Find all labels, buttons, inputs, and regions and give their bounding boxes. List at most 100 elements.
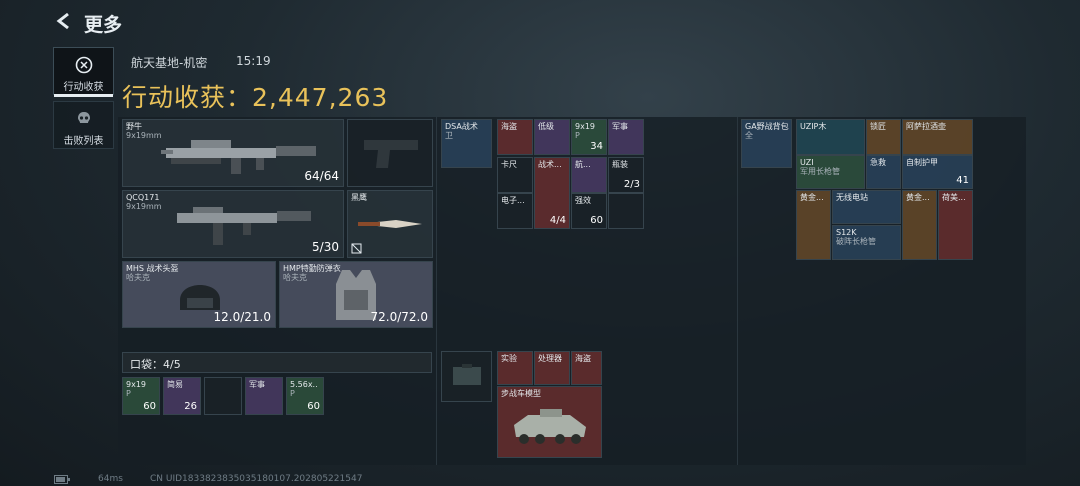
item-name: DSA战术 — [445, 122, 478, 131]
item-name: 无线电站 — [836, 193, 868, 202]
unlock-icon — [351, 243, 362, 254]
case-icon — [453, 364, 481, 385]
pistol-icon — [364, 140, 418, 168]
rig-item[interactable]: 强效 60 — [571, 193, 607, 229]
pocket-empty-slot[interactable] — [204, 377, 242, 415]
backpack-item[interactable]: 黄金... — [902, 190, 937, 260]
skull-icon — [77, 112, 90, 123]
haul-label: 行动收获： — [122, 83, 253, 112]
item-count: 60 — [590, 215, 603, 226]
item-name: 处理器 — [538, 354, 562, 363]
rig-item[interactable]: 卡尺 — [497, 157, 533, 193]
item-name: 9x19 — [575, 122, 596, 131]
safe-item[interactable]: 实验 — [497, 351, 533, 385]
haul-icon — [75, 56, 92, 74]
item-sub: 破阵长枪管 — [836, 237, 876, 246]
backpack-slot[interactable]: GA野战背包 全 — [741, 119, 792, 168]
item-name: 黄金... — [906, 193, 930, 202]
primary-weapon-slot[interactable]: 野牛 9x19mm 64/64 — [122, 119, 344, 187]
pocket-item[interactable]: 5.56x.. P 60 — [286, 377, 324, 415]
safe-box-slot[interactable] — [441, 351, 492, 402]
chest-rig-slot[interactable]: DSA战术 卫 — [441, 119, 492, 168]
rig-item[interactable]: 电子... — [497, 193, 533, 229]
item-name: 航... — [575, 160, 591, 169]
backpack-item[interactable]: S12K 破阵长枪管 — [832, 225, 901, 260]
safe-item[interactable]: 处理器 — [534, 351, 570, 385]
item-sub: P — [575, 131, 580, 140]
item-name: 军事 — [249, 380, 265, 389]
item-brand: 哈夫克 — [283, 273, 307, 282]
item-sub: 军用长枪管 — [800, 167, 840, 176]
backpack-item[interactable]: 荷美... — [938, 190, 973, 260]
durability: 72.0/72.0 — [370, 310, 428, 324]
tab-operation-haul[interactable]: 行动收获 — [53, 47, 114, 97]
vest-slot[interactable]: HMP特勤防弹衣 哈夫克 72.0/72.0 — [279, 261, 433, 328]
pocket-item[interactable]: 简易 26 — [163, 377, 201, 415]
item-name: 强效 — [575, 196, 591, 205]
smg-icon — [161, 140, 316, 174]
divider — [436, 117, 437, 465]
backpack-item[interactable]: 急救 — [866, 155, 901, 189]
backpack-item[interactable]: 自制护甲 41 — [902, 155, 973, 189]
item-count: 60 — [143, 401, 156, 412]
item-name: 锁匠 — [870, 122, 886, 131]
backpack-item[interactable]: 阿萨拉酒壶 — [902, 119, 973, 155]
item-name: GA野战背包 — [745, 122, 789, 131]
rig-item[interactable]: 9x19 P 34 — [571, 119, 607, 155]
pistol-slot[interactable] — [347, 119, 433, 187]
backpack-item[interactable]: 无线电站 — [832, 190, 901, 224]
item-name: 海盗 — [575, 354, 591, 363]
tab-kill-list[interactable]: 击败列表 — [53, 101, 114, 149]
rig-item[interactable]: 低级 — [534, 119, 570, 155]
rig-item[interactable]: 军事 — [608, 119, 644, 155]
knife-icon — [358, 220, 422, 228]
item-name: 简易 — [167, 380, 183, 389]
safe-item[interactable]: 海盗 — [571, 351, 602, 385]
item-name: MHS 战术头盔 — [126, 264, 179, 273]
backpack-item[interactable]: UZIP木 — [796, 119, 865, 155]
ammo-count: 64/64 — [304, 169, 339, 183]
rig-item[interactable]: 海盗 — [497, 119, 533, 155]
pocket-label: 口袋：4/5 — [130, 358, 181, 371]
item-name: 瓶装 — [612, 160, 628, 169]
backpack-item[interactable]: UZI 军用长枪管 — [796, 155, 865, 189]
pocket-item[interactable]: 9x19 P 60 — [122, 377, 160, 415]
item-name: 实验 — [501, 354, 517, 363]
rig-item[interactable]: 瓶装 2/3 — [608, 157, 644, 193]
battery-icon — [54, 475, 70, 484]
item-name: 低级 — [538, 122, 554, 131]
item-name: 海盗 — [501, 122, 517, 131]
helmet-slot[interactable]: MHS 战术头盔 哈夫克 12.0/21.0 — [122, 261, 276, 328]
melee-slot[interactable]: 黑鹰 — [347, 190, 433, 258]
rig-item[interactable]: 航... — [571, 157, 607, 193]
rig-item[interactable]: 战术... 4/4 — [534, 157, 570, 229]
item-name: 军事 — [612, 122, 628, 131]
item-name: S12K — [836, 228, 857, 237]
item-name: 自制护甲 — [906, 158, 938, 167]
user-uid: CN UID1833823835035180107.202805221547 — [150, 474, 363, 484]
backpack-item[interactable]: 锁匠 — [866, 119, 901, 155]
durability: 12.0/21.0 — [213, 310, 271, 324]
secondary-weapon-slot[interactable]: QCQ171 9x19mm 5/30 — [122, 190, 344, 258]
rig-empty-slot[interactable] — [608, 193, 644, 229]
ammo-type: 9x19mm — [126, 131, 162, 140]
safe-item[interactable]: 步战车模型 — [497, 386, 602, 458]
haul-total: 行动收获：2,447,263 — [122, 78, 388, 114]
item-count: 4/4 — [549, 215, 566, 226]
item-name: 步战车模型 — [501, 389, 541, 398]
tab-label: 行动收获 — [63, 82, 104, 93]
item-brand: 哈夫克 — [126, 273, 150, 282]
latency: 64ms — [98, 474, 123, 484]
item-count: 41 — [956, 175, 969, 186]
back-arrow-icon[interactable] — [54, 11, 74, 31]
weapon-name: 野牛 — [126, 122, 142, 131]
match-time: 15:19 — [236, 54, 271, 68]
ammo-count: 5/30 — [312, 240, 339, 254]
pocket-item[interactable]: 军事 — [245, 377, 283, 415]
tab-label: 击败列表 — [63, 136, 104, 147]
item-count: 2/3 — [623, 179, 640, 190]
item-name: 急救 — [870, 158, 886, 167]
item-sub: P — [126, 389, 131, 398]
backpack-item[interactable]: 黄金... — [796, 190, 831, 260]
map-name: 航天基地-机密 — [131, 56, 208, 70]
